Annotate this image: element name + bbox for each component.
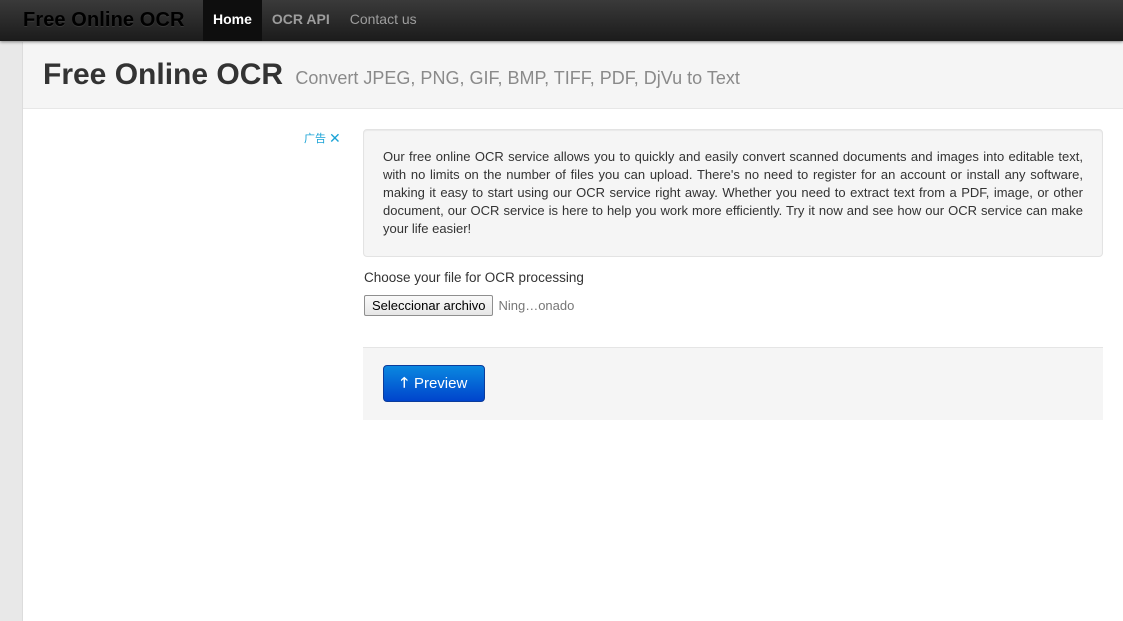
choose-file-button[interactable]: Seleccionar archivo — [364, 295, 494, 316]
file-input-label: Choose your file for OCR processing — [364, 270, 584, 285]
nav-contact-us[interactable]: Contact us — [340, 0, 427, 41]
main-container: Free Online OCR Convert JPEG, PNG, GIF, … — [22, 42, 1123, 621]
close-icon[interactable]: ✕ — [329, 131, 341, 145]
page-title: Free Online OCR Convert JPEG, PNG, GIF, … — [43, 58, 740, 92]
intro-well: Our free online OCR service allows you t… — [363, 129, 1103, 257]
nav-ocr-api[interactable]: OCR API — [262, 0, 340, 41]
form-actions: 🡑 Preview — [363, 347, 1103, 420]
page-header: Free Online OCR Convert JPEG, PNG, GIF, … — [23, 42, 1123, 109]
navbar: Free Online OCR Home OCR API Contact us — [0, 0, 1123, 41]
nav-menu: Home OCR API Contact us — [203, 0, 427, 41]
brand-link[interactable]: Free Online OCR — [23, 9, 185, 32]
intro-text: Our free online OCR service allows you t… — [383, 149, 1083, 236]
file-input: Seleccionar archivo Ning…onado — [364, 295, 574, 316]
page-subtitle: Convert JPEG, PNG, GIF, BMP, TIFF, PDF, … — [295, 68, 740, 88]
nav-home[interactable]: Home — [203, 0, 262, 41]
preview-label: Preview — [413, 375, 468, 392]
ad-label: 广告 — [304, 133, 326, 145]
ad-badge[interactable]: 广告 ✕ — [304, 130, 341, 146]
file-status: Ning…onado — [498, 298, 575, 313]
preview-button[interactable]: 🡑 Preview — [383, 365, 485, 402]
page-title-text: Free Online OCR — [43, 58, 284, 91]
arrow-up-icon: 🡑 — [400, 373, 408, 390]
